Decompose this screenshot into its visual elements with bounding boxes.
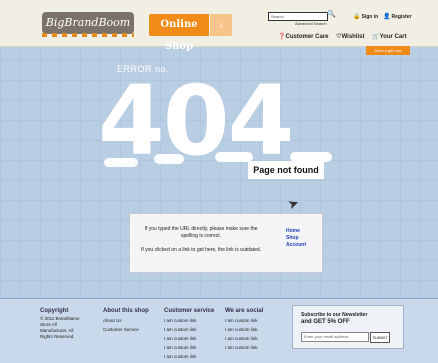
newsletter-subscribe: Subscribe to our Newsletter and GET 5% O… (292, 305, 404, 349)
footer-link[interactable]: I am custom link (225, 325, 263, 334)
wishlist-link[interactable]: ♡Wishlist (336, 34, 364, 40)
newsletter-heading: Subscribe to our Newsletter (301, 312, 368, 318)
cloud-decoration (104, 158, 138, 167)
user-icon: 👤 (383, 14, 391, 20)
search-icon[interactable]: 🔍 (327, 10, 336, 18)
chevron-down-icon[interactable]: ↓ (210, 14, 232, 36)
message-line-url: If you typed the URL directly, please ma… (144, 226, 258, 239)
error-message-box: If you typed the URL directly, please ma… (129, 213, 323, 273)
helpful-links: Home Shop Account (286, 228, 306, 249)
customer-care-link[interactable]: ❓Customer Care (278, 34, 329, 40)
footer-link[interactable]: I am custom link (225, 334, 263, 343)
footer-about: About this shop About Us Customer Servic… (103, 307, 149, 334)
footer-social: We are social I am custom link I am cust… (225, 307, 263, 352)
home-link[interactable]: Home (286, 228, 306, 235)
cloud-decoration (154, 154, 184, 164)
logo-decoration (42, 33, 134, 37)
footer-link[interactable]: I am custom link (164, 343, 214, 352)
message-line-link: If you clicked on a link to get here, th… (140, 247, 262, 253)
account-link[interactable]: Account (286, 242, 306, 249)
footer-link[interactable]: I am custom link (164, 334, 214, 343)
footer-link[interactable]: I am custom link (225, 316, 263, 325)
gift-badge[interactable]: Send a gift now (366, 46, 410, 55)
search-input[interactable]: Search (268, 12, 328, 21)
footer-link[interactable]: I am custom link (164, 325, 214, 334)
footer-link[interactable]: Customer Service (103, 325, 149, 334)
customer-care-label: Customer Care (285, 34, 329, 40)
cart-icon: 🛒 (372, 34, 380, 40)
footer-heading: About this shop (103, 308, 149, 314)
footer-text: Rights Reserved. (40, 334, 75, 339)
signin-link[interactable]: 🔒Sign in (353, 13, 378, 20)
register-label: Register (391, 14, 412, 20)
online-shop-button[interactable]: Online Shop (149, 14, 209, 52)
newsletter-email-input[interactable]: Enter your email address (301, 332, 369, 342)
newsletter-submit-button[interactable]: SUBMIT (370, 332, 390, 343)
footer-heading: Copyright (40, 308, 69, 314)
footer-link[interactable]: I am custom link (164, 352, 214, 361)
footer-customer-service: Customer service I am custom link I am c… (164, 307, 214, 361)
cart-link[interactable]: 🛒Your Cart (372, 34, 406, 40)
cart-label: Your Cart (379, 34, 407, 40)
shop-link[interactable]: Shop (286, 235, 306, 242)
footer-link[interactable]: I am custom link (225, 343, 263, 352)
footer-link[interactable]: About Us (103, 316, 149, 325)
newsletter-offer: and GET 5% OFF (301, 319, 350, 325)
error-message-text: If you typed the URL directly, please ma… (140, 226, 262, 261)
newsletter-title: Subscribe to our Newsletter and GET 5% O… (301, 312, 367, 326)
site-header: BigBrandBoom Online Shop ↓ Search 🔍 Adva… (0, 0, 438, 52)
footer-heading: We are social (225, 308, 264, 314)
advanced-search-link[interactable]: Advanced Search (295, 21, 327, 26)
signin-label: Sign in (361, 14, 379, 20)
register-link[interactable]: 👤Register (383, 13, 412, 20)
lock-icon: 🔒 (353, 14, 361, 20)
footer-heading: Customer service (164, 308, 215, 314)
top-navigation: ❓Customer Care ♡Wishlist 🛒Your Cart (278, 33, 413, 40)
page-not-found-label: Page not found (248, 161, 324, 179)
wishlist-label: Wishlist (341, 34, 365, 40)
site-logo[interactable]: BigBrandBoom (42, 12, 134, 34)
footer-copyright: Copyright © 2011 BrandName Store All Man… (40, 307, 80, 340)
footer-link[interactable]: I am custom link (164, 316, 214, 325)
